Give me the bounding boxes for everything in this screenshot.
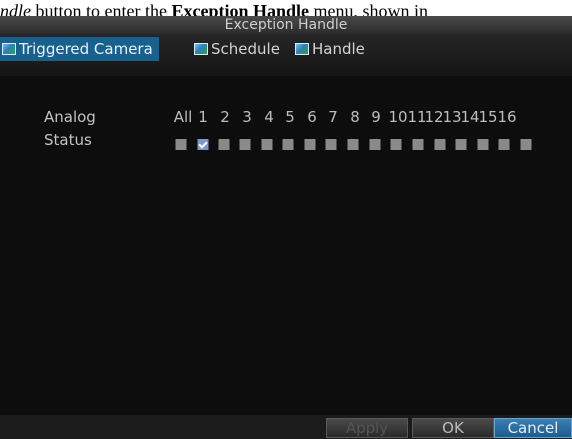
channel-checkbox-14[interactable] <box>477 139 489 150</box>
channel-checkbox-7[interactable] <box>325 139 337 150</box>
channel-checkbox-2[interactable] <box>218 139 230 150</box>
exception-handle-window: Exception Handle Triggered Camera Schedu… <box>0 16 572 439</box>
channel-number: 14 <box>460 108 480 126</box>
channel-number: 6 <box>307 108 317 126</box>
channel-number: 3 <box>242 108 252 126</box>
channel-number: 16 <box>497 108 517 126</box>
tab-label: Schedule <box>211 40 280 58</box>
channel-checkbox-3[interactable] <box>239 139 251 150</box>
channel-number: 7 <box>328 108 338 126</box>
tab-label: Handle <box>312 40 365 58</box>
all-checkbox[interactable] <box>175 139 187 150</box>
apply-button[interactable]: Apply <box>326 418 408 438</box>
channel-checkbox-4[interactable] <box>261 139 273 150</box>
status-label: Status <box>44 131 92 149</box>
channel-checkbox-9[interactable] <box>369 139 381 150</box>
analog-label: Analog <box>44 108 96 126</box>
tab-label: Triggered Camera <box>19 40 153 58</box>
channel-number: 10 <box>388 108 408 126</box>
window-title: Exception Handle <box>0 16 572 34</box>
channel-checkbox-6[interactable] <box>304 139 316 150</box>
ok-button[interactable]: OK <box>412 418 494 438</box>
camera-tab-icon <box>2 43 16 55</box>
channel-number: 15 <box>478 108 498 126</box>
schedule-tab-icon <box>194 43 208 55</box>
channel-number: 12 <box>424 108 444 126</box>
handle-tab-icon <box>295 43 309 55</box>
channel-checkbox-15[interactable] <box>498 139 510 150</box>
channel-number: 8 <box>350 108 360 126</box>
channel-number: 4 <box>264 108 274 126</box>
cancel-button[interactable]: Cancel <box>494 418 572 438</box>
channel-checkbox-1[interactable] <box>197 139 209 150</box>
tab-handle[interactable]: Handle <box>293 37 365 61</box>
channel-checkbox-10[interactable] <box>390 139 402 150</box>
channel-checkbox-8[interactable] <box>347 139 359 150</box>
channel-number: 9 <box>371 108 381 126</box>
channel-number: 2 <box>220 108 230 126</box>
channel-checkbox-12[interactable] <box>434 139 446 150</box>
tab-triggered-camera[interactable]: Triggered Camera <box>0 37 159 61</box>
channel-checkbox-13[interactable] <box>455 139 467 150</box>
channel-number: 13 <box>442 108 462 126</box>
channel-checkbox-11[interactable] <box>412 139 424 150</box>
channel-number: 5 <box>285 108 295 126</box>
channel-checkbox-5[interactable] <box>282 139 294 150</box>
tab-schedule[interactable]: Schedule <box>192 37 280 61</box>
channel-checkbox-16[interactable] <box>520 139 532 150</box>
all-header: All <box>173 108 193 126</box>
channel-number: 1 <box>198 108 208 126</box>
tab-bar: Triggered Camera Schedule Handle <box>0 34 572 76</box>
